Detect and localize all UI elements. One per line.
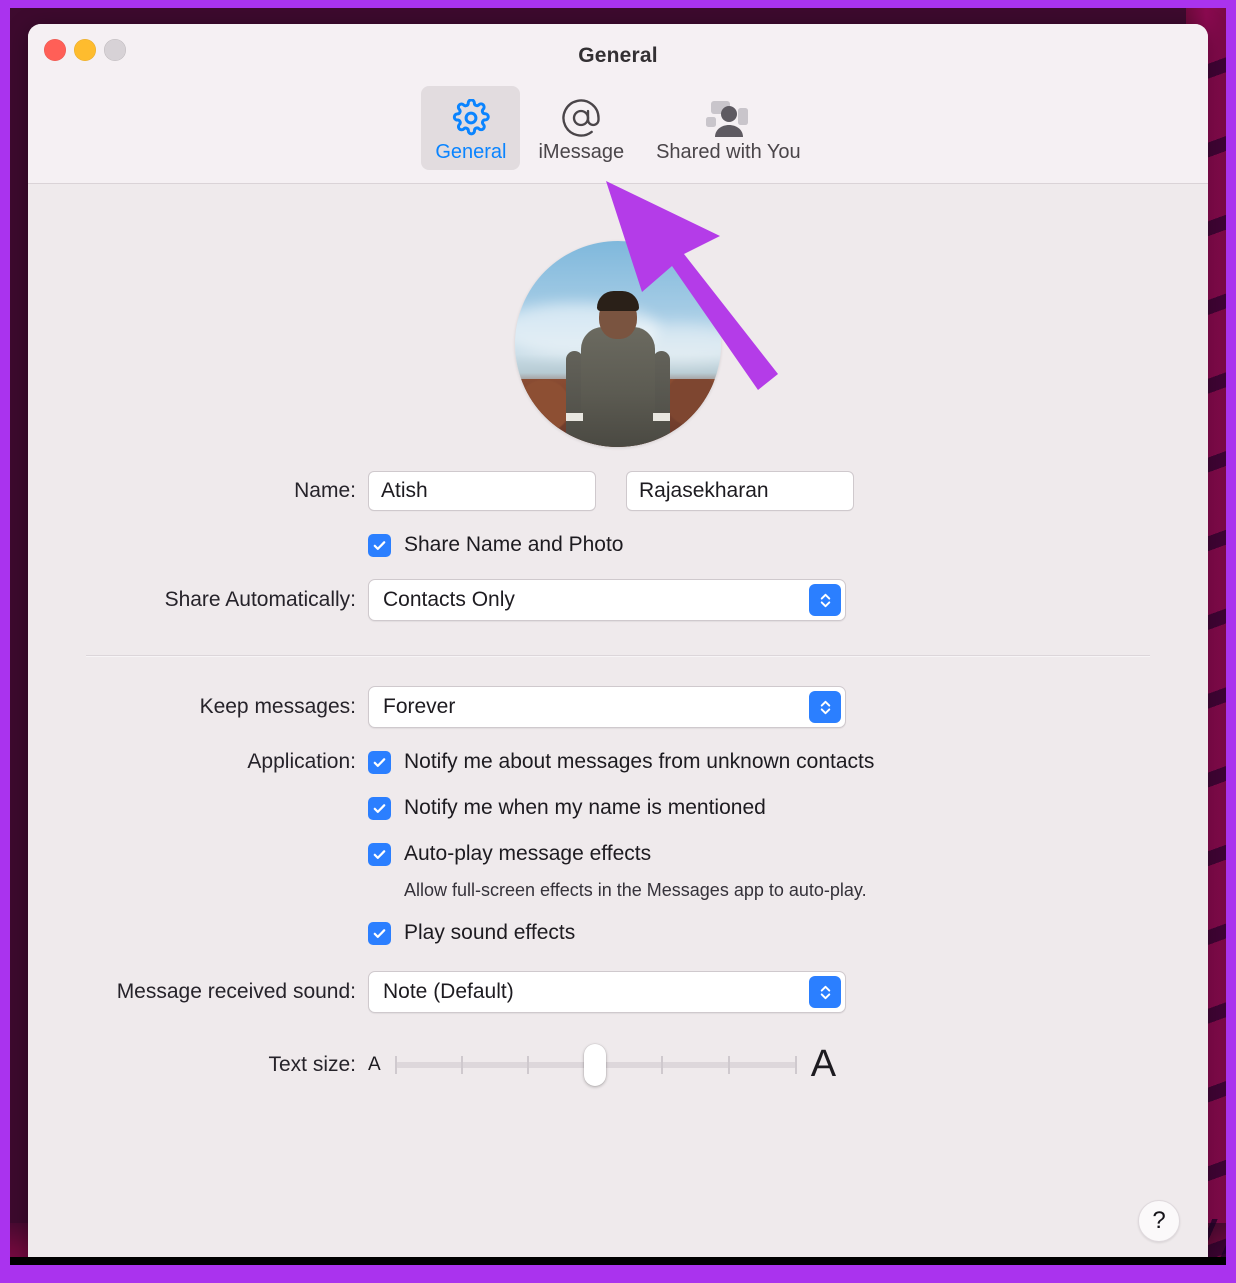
notify-name-mentioned-label: Notify me when my name is mentioned: [404, 796, 766, 819]
notify-name-mentioned-wrap: Notify me when my name is mentioned: [28, 796, 1208, 820]
avatar-person-body: [581, 327, 655, 447]
message-received-sound-value: Note (Default): [383, 980, 514, 1003]
slider-tick: [727, 1055, 730, 1074]
text-size-label: Text size:: [268, 1052, 356, 1076]
gear-icon: [452, 96, 490, 140]
last-name-value: Rajasekharan: [639, 479, 769, 502]
window-title: General: [578, 44, 658, 67]
slider-tick: [660, 1055, 663, 1074]
avatar-person-cuff: [566, 413, 583, 421]
auto-play-wrap: Auto-play message effects: [28, 842, 1208, 866]
auto-play-message-effects-row[interactable]: Auto-play message effects: [368, 842, 651, 866]
play-sound-effects-label: Play sound effects: [404, 921, 576, 944]
share-name-photo-checkbox[interactable]: [368, 533, 391, 557]
share-name-photo-checkbox-row[interactable]: Share Name and Photo: [368, 533, 623, 557]
avatar[interactable]: [515, 241, 721, 447]
text-size-small-glyph: A: [368, 1053, 381, 1075]
chevron-updown-icon: [809, 976, 841, 1008]
text-size-control: A A: [368, 1043, 836, 1086]
text-size-slider[interactable]: [394, 1043, 797, 1086]
tab-general[interactable]: General: [421, 86, 521, 170]
name-label: Name:: [294, 479, 356, 502]
preferences-toolbar: General iMessage Shared with You: [28, 86, 1208, 170]
text-size-row: Text size: A A: [28, 1043, 1208, 1086]
slider-tick: [394, 1055, 397, 1074]
share-automatically-value: Contacts Only: [383, 588, 515, 611]
auto-play-hint: Allow full-screen effects in the Message…: [404, 880, 867, 900]
share-name-photo-row: Share Name and Photo: [28, 533, 1208, 557]
text-size-large-glyph: A: [810, 1043, 837, 1085]
slider-tick: [460, 1055, 463, 1074]
window-titlebar: General General iMessage Shared with You: [28, 24, 1208, 184]
keep-messages-label: Keep messages:: [199, 695, 356, 718]
share-automatically-row: Share Automatically: Contacts Only: [28, 579, 1208, 621]
first-name-value: Atish: [381, 479, 428, 502]
application-label: Application:: [247, 750, 356, 773]
screenshot-frame-inner: General General iMessage Shared with You…: [10, 8, 1226, 1265]
name-row: Name: Atish Rajasekharan: [28, 471, 1208, 511]
chevron-updown-icon: [809, 584, 841, 616]
first-name-field[interactable]: Atish: [368, 471, 596, 511]
tab-imessage[interactable]: iMessage: [524, 86, 638, 170]
auto-play-message-effects-checkbox[interactable]: [368, 842, 391, 866]
avatar-person-hair: [597, 291, 639, 311]
section-divider: [86, 655, 1150, 656]
messages-preferences-window: General General iMessage Shared with You…: [28, 24, 1208, 1265]
keep-messages-value: Forever: [383, 695, 456, 718]
shared-with-you-icon: [705, 96, 751, 140]
help-button-glyph: ?: [1152, 1207, 1166, 1234]
auto-play-message-effects-label: Auto-play message effects: [404, 842, 652, 865]
tab-general-label: General: [435, 141, 507, 163]
avatar-container: [28, 185, 1208, 447]
screenshot-bottom-edge: [10, 1257, 1226, 1265]
keep-messages-popup[interactable]: Forever: [368, 686, 846, 728]
slider-tick: [526, 1055, 529, 1074]
tab-shared-with-you[interactable]: Shared with You: [642, 86, 815, 170]
share-name-photo-label: Share Name and Photo: [404, 533, 624, 556]
message-received-sound-popup[interactable]: Note (Default): [368, 971, 846, 1013]
play-sound-effects-row[interactable]: Play sound effects: [368, 921, 575, 945]
tab-shared-with-you-label: Shared with You: [656, 141, 801, 163]
notify-unknown-contacts-label: Notify me about messages from unknown co…: [404, 750, 875, 773]
avatar-person-cuff: [653, 413, 670, 421]
chevron-updown-icon: [809, 691, 841, 723]
preferences-content: Name: Atish Rajasekharan Share Name and …: [28, 185, 1208, 1265]
notify-unknown-contacts-checkbox[interactable]: [368, 750, 391, 774]
text-size-slider-thumb[interactable]: [583, 1043, 606, 1086]
play-sound-effects-checkbox[interactable]: [368, 921, 391, 945]
help-button[interactable]: ?: [1138, 1200, 1180, 1242]
at-sign-icon: [560, 96, 602, 140]
last-name-field[interactable]: Rajasekharan: [626, 471, 854, 511]
screenshot-outer-frame: General General iMessage Shared with You…: [0, 0, 1236, 1283]
share-automatically-label: Share Automatically:: [164, 588, 356, 611]
message-received-sound-row: Message received sound: Note (Default): [28, 971, 1208, 1013]
auto-play-hint-wrap: Allow full-screen effects in the Message…: [28, 880, 1208, 901]
notify-unknown-contacts-row[interactable]: Notify me about messages from unknown co…: [368, 750, 874, 774]
share-automatically-popup[interactable]: Contacts Only: [368, 579, 846, 621]
application-row: Application: Notify me about messages fr…: [28, 750, 1208, 774]
tab-imessage-label: iMessage: [538, 141, 625, 163]
slider-tick: [794, 1055, 797, 1074]
avatar-person-arm: [653, 351, 670, 443]
notify-name-mentioned-row[interactable]: Notify me when my name is mentioned: [368, 796, 766, 820]
notify-name-mentioned-checkbox[interactable]: [368, 796, 391, 820]
keep-messages-row: Keep messages: Forever: [28, 686, 1208, 728]
message-received-sound-label: Message received sound:: [116, 980, 356, 1003]
play-sound-effects-wrap: Play sound effects: [28, 921, 1208, 945]
